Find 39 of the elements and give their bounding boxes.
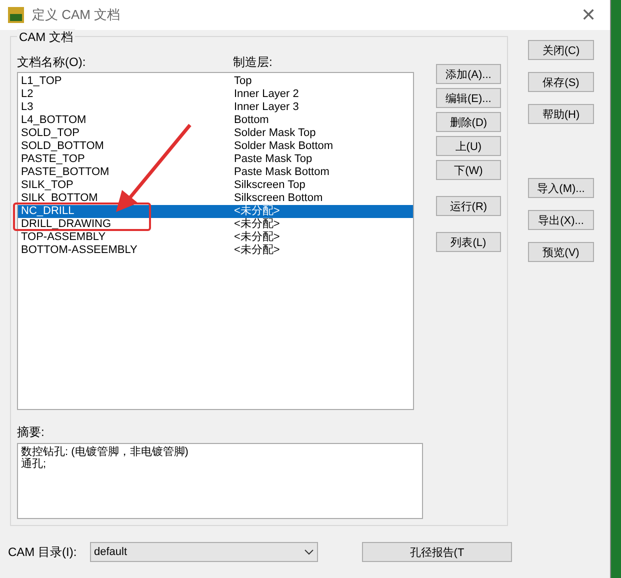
list-action-button[interactable]: 上(U) (436, 136, 501, 156)
dialog-button[interactable]: 预览(V) (528, 242, 594, 262)
chevron-down-icon (304, 549, 314, 555)
dialog-button[interactable]: 保存(S) (528, 72, 594, 92)
list-row[interactable]: NC_DRILL <未分配> (18, 205, 413, 218)
list-action-button[interactable]: 删除(D) (436, 112, 501, 132)
list-action-button[interactable]: 列表(L) (436, 232, 501, 252)
list-row[interactable]: BOTTOM-ASSEEMBLY <未分配> (18, 244, 413, 257)
list-row[interactable]: L1_TOP Top (18, 75, 413, 88)
dialog-button[interactable]: 导入(M)... (528, 178, 594, 198)
list-row[interactable]: L4_BOTTOM Bottom (18, 114, 413, 127)
dialog-button[interactable]: 关闭(C) (528, 40, 594, 60)
list-action-button[interactable]: 运行(R) (436, 196, 501, 216)
list-row[interactable]: SOLD_TOP Solder Mask Top (18, 127, 413, 140)
list-action-button[interactable]: 编辑(E)... (436, 88, 501, 108)
list-row[interactable]: PASTE_TOP Paste Mask Top (18, 153, 413, 166)
column-header: 文档名称(O): (17, 54, 87, 71)
report-button[interactable]: 孔径报告(T (362, 542, 512, 562)
summary-text: 数控钻孔: (电镀管脚，非电镀管脚) 通孔; (17, 443, 423, 519)
list-row[interactable]: L2 Inner Layer 2 (18, 88, 413, 101)
dialog-button[interactable]: 帮助(H) (528, 104, 594, 124)
column-header: 制造层: (233, 54, 272, 71)
list-row[interactable]: SILK_TOP Silkscreen Top (18, 179, 413, 192)
cam-directory-label: CAM 目录(I): (8, 544, 76, 560)
dialog-button[interactable]: 导出(X)... (528, 210, 594, 230)
list-row[interactable]: SOLD_BOTTOM Solder Mask Bottom (18, 140, 413, 153)
list-row[interactable]: PASTE_BOTTOM Paste Mask Bottom (18, 166, 413, 179)
list-row[interactable]: DRILL_DRAWING <未分配> (18, 218, 413, 231)
list-action-button[interactable]: 下(W) (436, 160, 501, 180)
window-title: 定义 CAM 文档 (32, 6, 122, 24)
list-row[interactable]: L3 Inner Layer 3 (18, 101, 413, 114)
list-row[interactable]: SILK_BOTTOM Silkscreen Bottom (18, 192, 413, 205)
close-button[interactable]: ✕ (575, 4, 602, 26)
summary-label: 摘要: (17, 424, 46, 441)
cam-directory-dropdown[interactable]: default (90, 542, 318, 562)
group-title: CAM 文档 (17, 29, 75, 46)
app-logo-icon (8, 7, 24, 23)
list-row[interactable]: TOP-ASSEMBLY <未分配> (18, 231, 413, 244)
list-action-button[interactable]: 添加(A)... (436, 64, 501, 84)
